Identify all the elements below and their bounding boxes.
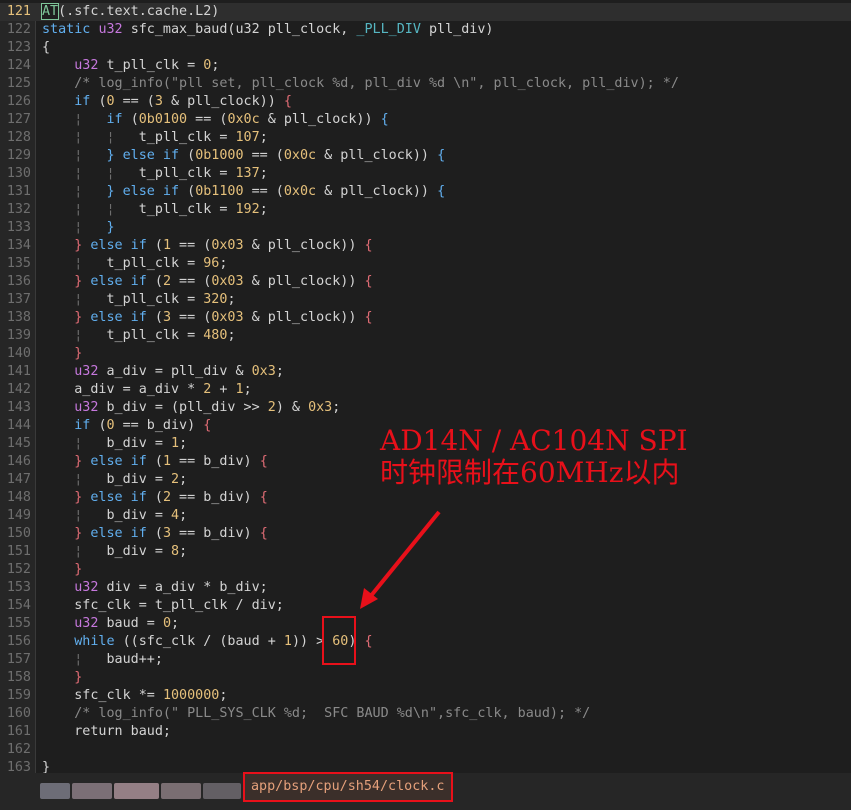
file-path-text: app/bsp/cpu/sh54/clock.c [251, 779, 445, 794]
annotation-line-2: 时钟限制在60MHz以内 [380, 456, 680, 489]
blurred-region [72, 783, 112, 799]
blurred-region [203, 783, 241, 799]
annotation-arrow [360, 510, 441, 609]
annotation-line-1: AD14N / AC104N SPI [380, 424, 688, 457]
annotation-text: AD14N / AC104N SPI 时钟限制在60MHz以内 [380, 425, 688, 489]
file-path-indicator[interactable]: app/bsp/cpu/sh54/clock.c [243, 772, 453, 802]
blurred-region [114, 783, 159, 799]
blurred-region [161, 783, 201, 799]
value-highlight-box [322, 616, 356, 665]
blurred-region [40, 783, 70, 799]
arrow-shaft [368, 510, 441, 599]
